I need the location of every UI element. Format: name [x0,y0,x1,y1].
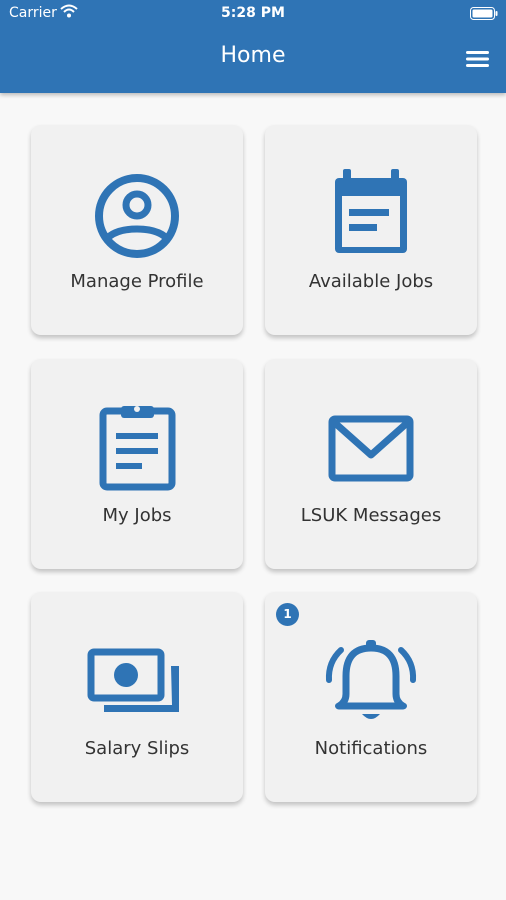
tile-manage-profile[interactable]: Manage Profile [31,125,243,335]
app-header: Carrier 5:28 PM Home [0,0,506,93]
tile-label: LSUK Messages [300,505,442,526]
battery-icon [470,7,498,24]
bell-icon [265,636,477,736]
page-title: Home [220,43,286,68]
tile-notifications[interactable]: Notifications [265,592,477,802]
notification-badge: 1 [276,603,299,626]
tile-available-jobs[interactable]: Available Jobs [265,125,477,335]
envelope-icon [265,403,477,503]
menu-button[interactable] [464,48,492,70]
money-icon [31,636,243,736]
tile-my-jobs[interactable]: My Jobs [31,359,243,569]
tile-label: Notifications [314,738,428,759]
status-time: 5:28 PM [221,5,285,21]
hamburger-menu-icon [466,51,489,67]
tile-salary-slips[interactable]: Salary Slips [31,592,243,802]
tile-label: Available Jobs [308,271,434,292]
tile-lsuk-messages[interactable]: LSUK Messages [265,359,477,569]
tile-label: Manage Profile [70,271,204,292]
tile-label: Salary Slips [84,738,190,759]
clipboard-icon [31,403,243,503]
user-circle-icon [31,169,243,269]
tile-label: My Jobs [102,505,172,526]
calendar-icon [265,169,477,269]
status-bar: Carrier 5:28 PM [0,0,506,28]
